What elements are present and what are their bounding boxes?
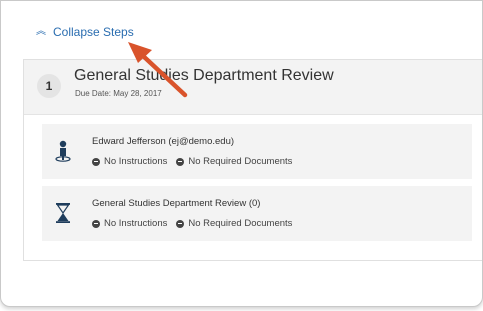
step-item-review[interactable]: General Studies Department Review (0) No…	[42, 186, 472, 241]
item-meta: No Instructions No Required Documents	[92, 218, 292, 229]
item-title: General Studies Department Review (0)	[92, 198, 261, 209]
minus-circle-icon	[176, 157, 185, 166]
step-card: 1 General Studies Department Review Due …	[23, 59, 482, 261]
app-window: ︽ Collapse Steps 1 General Studies Depar…	[0, 0, 483, 307]
minus-circle-icon	[92, 157, 100, 166]
instructions-status: No Instructions	[104, 156, 168, 167]
step-title: General Studies Department Review	[74, 67, 334, 84]
instructions-status: No Instructions	[104, 218, 168, 229]
collapse-steps-link[interactable]: ︽ Collapse Steps	[36, 25, 134, 39]
step-number-badge: 1	[37, 74, 61, 98]
double-chevron-up-icon: ︽	[36, 26, 46, 37]
person-icon	[55, 140, 71, 167]
item-title: Edward Jefferson (ej@demo.edu)	[92, 136, 235, 147]
step-due-date: Due Date: May 28, 2017	[75, 89, 162, 98]
minus-circle-icon	[92, 219, 100, 228]
collapse-steps-label: Collapse Steps	[53, 25, 134, 39]
documents-status: No Required Documents	[188, 156, 293, 167]
minus-circle-icon	[176, 219, 185, 228]
item-meta: No Instructions No Required Documents	[92, 156, 292, 167]
documents-status: No Required Documents	[188, 218, 293, 229]
step-item-approver[interactable]: Edward Jefferson (ej@demo.edu) No Instru…	[42, 124, 472, 179]
hourglass-icon	[55, 202, 71, 229]
step-header: 1 General Studies Department Review Due …	[24, 60, 482, 115]
